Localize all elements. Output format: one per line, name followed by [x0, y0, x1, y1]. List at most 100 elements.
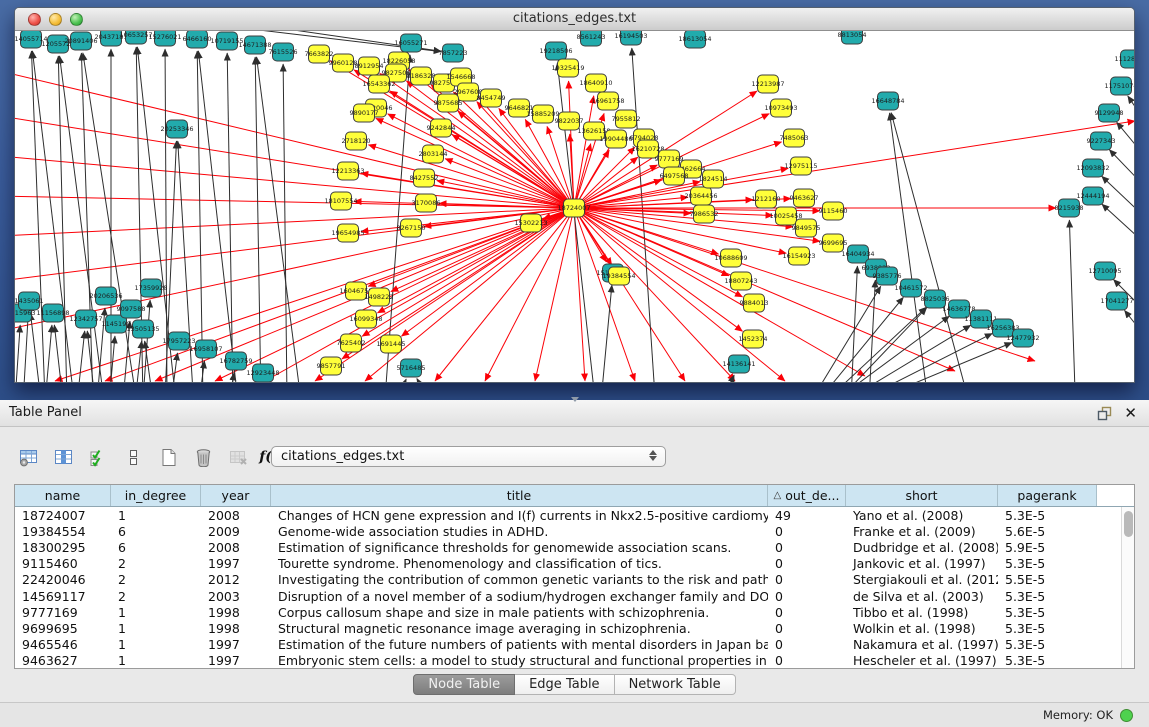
table-cell[interactable]: 2012 [201, 572, 271, 587]
network-node[interactable]: 1824514 [699, 170, 728, 188]
network-node[interactable]: 8267150 [397, 219, 426, 237]
table-cell[interactable]: 19384554 [15, 524, 111, 539]
table-cell[interactable]: de Silva et al. (2003) [846, 589, 998, 604]
column-header-out_de[interactable]: △out_de... [768, 485, 846, 506]
network-node[interactable]: 7857223 [439, 44, 468, 62]
table-cell[interactable]: 5.3E-5 [998, 556, 1097, 571]
table-cell[interactable]: 49 [768, 508, 846, 523]
table-cell[interactable]: Corpus callosum shape and size in male p… [271, 605, 768, 620]
table-selector-dropdown[interactable]: citations_edges.txt [271, 446, 666, 467]
network-node[interactable]: 12213363 [331, 162, 364, 180]
network-node[interactable]: 9857791 [317, 357, 346, 375]
network-node[interactable]: 1435061 [15, 292, 43, 310]
network-node[interactable]: 9097588 [117, 300, 146, 318]
table-cell[interactable]: Yano et al. (2008) [846, 508, 998, 523]
network-node[interactable]: 16648784 [871, 92, 904, 110]
network-node[interactable]: 9115460 [819, 202, 848, 220]
table-cell[interactable]: 1 [111, 637, 201, 652]
table-cell[interactable]: 2003 [201, 589, 271, 604]
table-cell[interactable]: 9699695 [15, 621, 111, 636]
table-cell[interactable]: 6 [111, 540, 201, 555]
table-cell[interactable]: 6 [111, 524, 201, 539]
table-cell[interactable]: Estimation of the future numbers of pati… [271, 637, 768, 652]
new-table-icon[interactable] [156, 445, 180, 469]
table-cell[interactable]: 1 [111, 621, 201, 636]
table-cell[interactable]: Investigating the contribution of common… [271, 572, 768, 587]
table-cell[interactable]: Tourette syndrome. Phenomenology and cla… [271, 556, 768, 571]
network-node[interactable]: 9890177 [350, 104, 379, 122]
table-cell[interactable]: Wolkin et al. (1998) [846, 621, 998, 636]
table-cell[interactable]: Jankovic et al. (1997) [846, 556, 998, 571]
table-cell[interactable]: 2009 [201, 524, 271, 539]
column-header-title[interactable]: title [271, 485, 768, 506]
network-node[interactable]: 13505135 [126, 320, 159, 338]
show-columns-icon[interactable] [51, 445, 75, 469]
table-cell[interactable]: Franke et al. (2009) [846, 524, 998, 539]
network-node[interactable]: 12093832 [1076, 159, 1109, 177]
network-node[interactable]: 1452374 [739, 330, 768, 348]
network-node[interactable]: 15276021 [148, 31, 181, 46]
table-cell[interactable]: 0 [768, 556, 846, 571]
split-pane-handle[interactable] [571, 397, 579, 402]
vertical-scrollbar[interactable] [1121, 507, 1134, 668]
network-node[interactable]: 9385776 [873, 267, 902, 285]
network-node[interactable]: 12923448 [246, 364, 279, 382]
table-row[interactable]: 1938455462009Genome-wide association stu… [15, 523, 1134, 539]
table-cell[interactable]: 5.6E-5 [998, 524, 1097, 539]
minimize-window-button[interactable] [49, 13, 62, 26]
network-node[interactable]: 9463627 [790, 189, 819, 207]
network-node[interactable]: 18640910 [579, 74, 612, 92]
table-cell[interactable]: 5.3E-5 [998, 653, 1097, 668]
table-cell[interactable]: 9465546 [15, 637, 111, 652]
table-cell[interactable]: 0 [768, 605, 846, 620]
table-row[interactable]: 1830029562008Estimation of significance … [15, 539, 1134, 555]
table-cell[interactable]: 9777169 [15, 605, 111, 620]
table-cell[interactable]: 5.3E-5 [998, 621, 1097, 636]
table-cell[interactable]: 5.9E-5 [998, 540, 1097, 555]
table-cell[interactable]: 18300295 [15, 540, 111, 555]
table-cell[interactable]: Nakamura et al. (1997) [846, 637, 998, 652]
table-cell[interactable]: Embryonic stem cells: a model to study s… [271, 653, 768, 668]
table-cell[interactable]: 18724007 [15, 508, 111, 523]
table-cell[interactable]: 5.3E-5 [998, 589, 1097, 604]
table-cell[interactable]: 22420046 [15, 572, 111, 587]
table-cell[interactable]: 0 [768, 653, 846, 668]
column-header-pagerank[interactable]: pagerank [998, 485, 1097, 506]
network-node[interactable]: 5716485 [397, 359, 426, 377]
network-node[interactable]: 9849575 [792, 219, 821, 237]
close-window-button[interactable] [28, 13, 41, 26]
network-node[interactable]: 6466160 [183, 31, 212, 48]
table-settings-icon[interactable] [16, 445, 40, 469]
network-node[interactable]: 10973493 [764, 99, 797, 117]
table-cell[interactable]: 9463627 [15, 653, 111, 668]
table-cell[interactable]: 1 [111, 605, 201, 620]
row-height-icon[interactable] [121, 445, 145, 469]
table-cell[interactable]: 1 [111, 653, 201, 668]
table-cell[interactable]: Tibbo et al. (1998) [846, 605, 998, 620]
network-node[interactable]: 3170086 [412, 194, 441, 212]
table-cell[interactable]: 1998 [201, 605, 271, 620]
table-cell[interactable]: Hescheler et al. (1997) [846, 653, 998, 668]
network-node[interactable]: 12710095 [1088, 262, 1121, 280]
network-node[interactable]: 19325419 [551, 59, 584, 77]
select-rows-icon[interactable] [86, 445, 110, 469]
table-cell[interactable]: 2 [111, 572, 201, 587]
network-node[interactable]: 8454749 [477, 89, 506, 107]
table-cell[interactable]: 1998 [201, 621, 271, 636]
table-cell[interactable]: 5.3E-5 [998, 637, 1097, 652]
network-node[interactable]: 2803144 [419, 145, 448, 163]
tab-node-table[interactable]: Node Table [413, 674, 515, 695]
network-node[interactable]: 7485063 [780, 129, 809, 147]
network-node[interactable]: 8561243 [577, 31, 606, 46]
network-node[interactable]: 11751074 [1104, 77, 1134, 95]
table-row[interactable]: 977716911998Corpus callosum shape and si… [15, 604, 1134, 620]
network-node[interactable]: 16782759 [219, 352, 252, 370]
network-node[interactable]: 18613054 [678, 31, 711, 48]
table-cell[interactable]: Structural magnetic resonance image aver… [271, 621, 768, 636]
table-cell[interactable]: 5.3E-5 [998, 605, 1097, 620]
network-node[interactable]: 12213987 [751, 75, 784, 93]
table-cell[interactable]: 14569117 [15, 589, 111, 604]
network-canvas[interactable]: 1405571412055727208914062043718110653257… [15, 31, 1134, 382]
close-panel-icon[interactable]: ✕ [1124, 405, 1137, 421]
network-node[interactable]: 7625402 [337, 334, 366, 352]
